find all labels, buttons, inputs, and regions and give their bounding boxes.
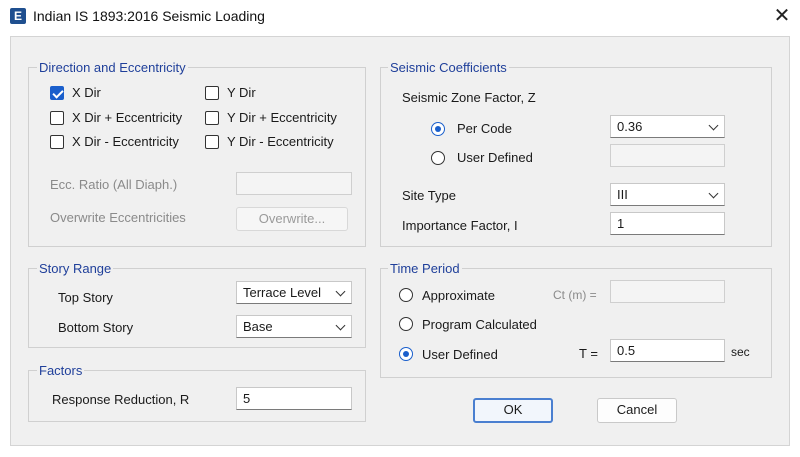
seismic-coefficients-title: Seismic Coefficients xyxy=(388,60,509,75)
response-reduction-label: Response Reduction, R xyxy=(52,392,190,407)
x-dir-checkbox[interactable] xyxy=(50,86,64,100)
ct-input[interactable] xyxy=(610,280,725,303)
story-range-title: Story Range xyxy=(37,261,114,276)
chevron-down-icon xyxy=(335,286,346,297)
y-dir-plus-ecc-checkbox[interactable] xyxy=(205,111,219,125)
bottom-story-select[interactable]: Base xyxy=(236,315,352,338)
overwrite-button[interactable]: Overwrite... xyxy=(236,207,348,231)
zone-factor-value: 0.36 xyxy=(617,119,643,134)
x-dir-plus-ecc-label: X Dir + Eccentricity xyxy=(72,110,183,125)
t-label: T = xyxy=(579,346,598,361)
per-code-label: Per Code xyxy=(457,121,512,136)
close-icon: ✕ xyxy=(773,5,791,27)
window-title: Indian IS 1893:2016 Seismic Loading xyxy=(33,8,265,24)
factors-title: Factors xyxy=(37,363,85,378)
x-dir-minus-ecc-checkbox[interactable] xyxy=(50,135,64,149)
response-reduction-input[interactable]: 5 xyxy=(236,387,352,410)
top-story-value: Terrace Level xyxy=(243,285,322,300)
chevron-down-icon xyxy=(708,120,719,131)
ok-button[interactable]: OK xyxy=(473,398,553,423)
top-story-select[interactable]: Terrace Level xyxy=(236,281,352,304)
top-story-label: Top Story xyxy=(58,290,113,305)
ecc-ratio-input[interactable] xyxy=(236,172,352,195)
ecc-ratio-label: Ecc. Ratio (All Diaph.) xyxy=(50,177,178,192)
program-calculated-radio[interactable] xyxy=(399,317,413,331)
user-defined-zone-label: User Defined xyxy=(457,150,533,165)
site-type-select[interactable]: III xyxy=(610,183,725,206)
x-dir-minus-ecc-label: X Dir - Eccentricity xyxy=(72,134,179,149)
bottom-story-value: Base xyxy=(243,319,273,334)
x-dir-label: X Dir xyxy=(72,85,101,100)
time-period-title: Time Period xyxy=(388,261,462,276)
y-dir-checkbox[interactable] xyxy=(205,86,219,100)
y-dir-minus-ecc-checkbox[interactable] xyxy=(205,135,219,149)
y-dir-label: Y Dir xyxy=(227,85,256,100)
y-dir-plus-ecc-label: Y Dir + Eccentricity xyxy=(227,110,337,125)
approximate-label: Approximate xyxy=(422,288,495,303)
zone-factor-label: Seismic Zone Factor, Z xyxy=(402,90,536,105)
overwrite-eccentricities-label: Overwrite Eccentricities xyxy=(50,210,186,225)
approximate-radio[interactable] xyxy=(399,288,413,302)
user-defined-period-radio[interactable] xyxy=(399,347,413,361)
chevron-down-icon xyxy=(708,188,719,199)
chevron-down-icon xyxy=(335,320,346,331)
x-dir-plus-ecc-checkbox[interactable] xyxy=(50,111,64,125)
per-code-radio[interactable] xyxy=(431,122,445,136)
importance-factor-label: Importance Factor, I xyxy=(402,218,518,233)
importance-factor-input[interactable]: 1 xyxy=(610,212,725,235)
t-unit-label: sec xyxy=(731,345,750,359)
y-dir-minus-ecc-label: Y Dir - Eccentricity xyxy=(227,134,334,149)
user-defined-period-label: User Defined xyxy=(422,347,498,362)
user-defined-zone-radio[interactable] xyxy=(431,151,445,165)
site-type-label: Site Type xyxy=(402,188,456,203)
title-bar: E Indian IS 1893:2016 Seismic Loading ✕ xyxy=(0,0,800,34)
direction-group-title: Direction and Eccentricity xyxy=(37,60,188,75)
ct-label: Ct (m) = xyxy=(553,288,597,302)
close-button[interactable]: ✕ xyxy=(764,4,800,30)
user-defined-zone-input[interactable] xyxy=(610,144,725,167)
bottom-story-label: Bottom Story xyxy=(58,320,134,335)
program-calculated-label: Program Calculated xyxy=(422,317,537,332)
t-input[interactable]: 0.5 xyxy=(610,339,725,362)
cancel-button[interactable]: Cancel xyxy=(597,398,677,423)
zone-factor-select[interactable]: 0.36 xyxy=(610,115,725,138)
site-type-value: III xyxy=(617,187,628,202)
app-logo-icon: E xyxy=(10,8,26,24)
